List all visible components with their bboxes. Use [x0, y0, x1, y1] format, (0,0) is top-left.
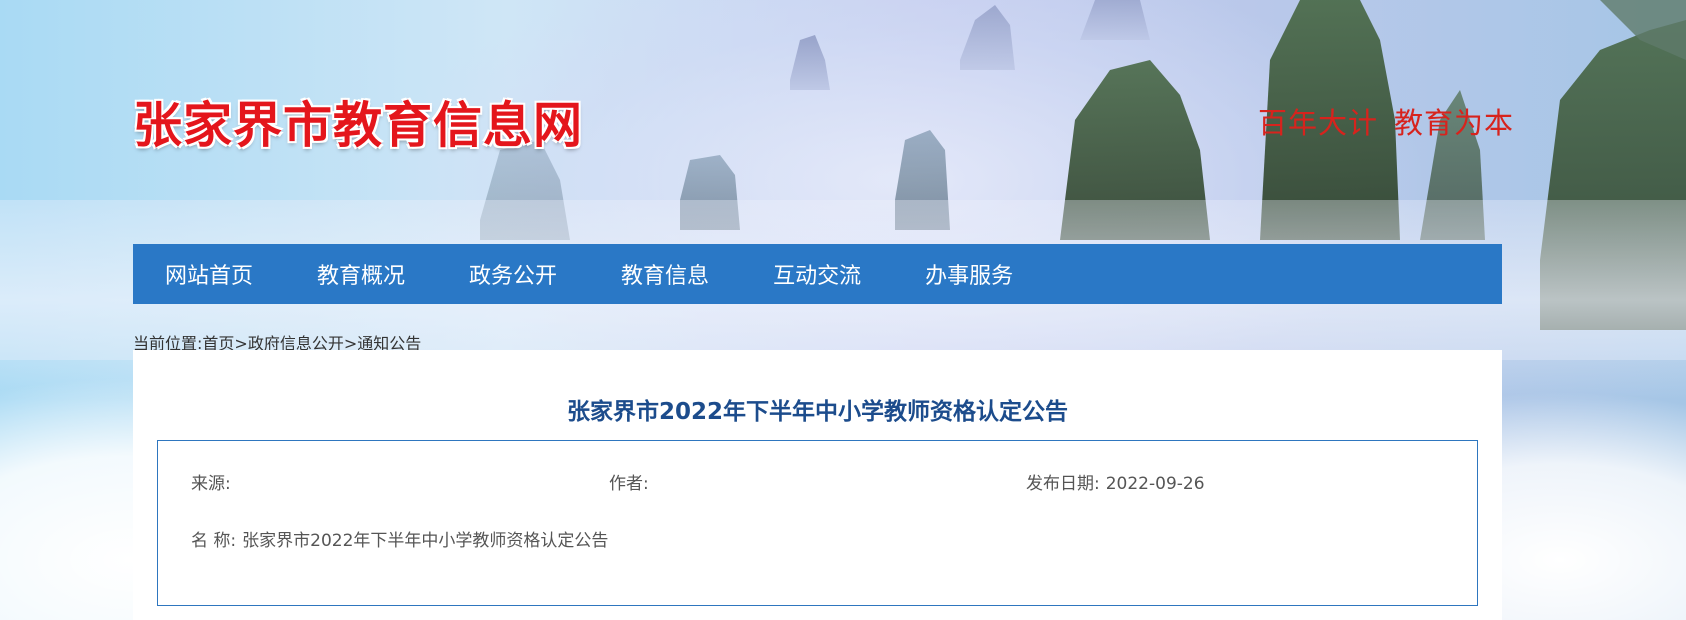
- nav-item-education-info[interactable]: 教育信息: [621, 258, 709, 290]
- source-label: 来源:: [191, 474, 231, 494]
- nav-item-government-affairs[interactable]: 政务公开: [469, 258, 557, 290]
- author-label: 作者:: [609, 474, 649, 494]
- name-field: 名 称: 张家界市2022年下半年中小学教师资格认定公告: [191, 526, 608, 551]
- author-field: 作者:: [609, 469, 655, 494]
- nav-item-education-overview[interactable]: 教育概况: [317, 258, 405, 290]
- slogan-part-1: 百年大计: [1258, 106, 1379, 140]
- nav-item-home[interactable]: 网站首页: [165, 258, 253, 290]
- site-logo[interactable]: 张家界市教育信息网: [133, 86, 583, 157]
- name-value: 张家界市2022年下半年中小学教师资格认定公告: [242, 531, 609, 551]
- publish-date-field: 发布日期: 2022-09-26: [1026, 469, 1205, 494]
- article-panel: 张家界市2022年下半年中小学教师资格认定公告 来源: 作者: 发布日期: 202…: [133, 350, 1502, 620]
- slogan-part-2: 教育为本: [1394, 106, 1515, 140]
- article-title: 张家界市2022年下半年中小学教师资格认定公告: [566, 399, 1068, 425]
- name-label: 名 称:: [191, 531, 237, 551]
- source-field: 来源:: [191, 469, 237, 494]
- publish-date-value: 2022-09-26: [1105, 474, 1205, 494]
- main-nav: 网站首页 教育概况 政务公开 教育信息 互动交流 办事服务: [133, 244, 1502, 304]
- article-info-box: 来源: 作者: 发布日期: 2022-09-26 名 称: 张家界市2022年下半年…: [157, 440, 1478, 606]
- nav-item-services[interactable]: 办事服务: [925, 258, 1013, 290]
- nav-item-interaction[interactable]: 互动交流: [773, 258, 861, 290]
- publish-date-label: 发布日期:: [1026, 474, 1100, 494]
- site-slogan: 百年大计 教育为本: [1258, 100, 1514, 142]
